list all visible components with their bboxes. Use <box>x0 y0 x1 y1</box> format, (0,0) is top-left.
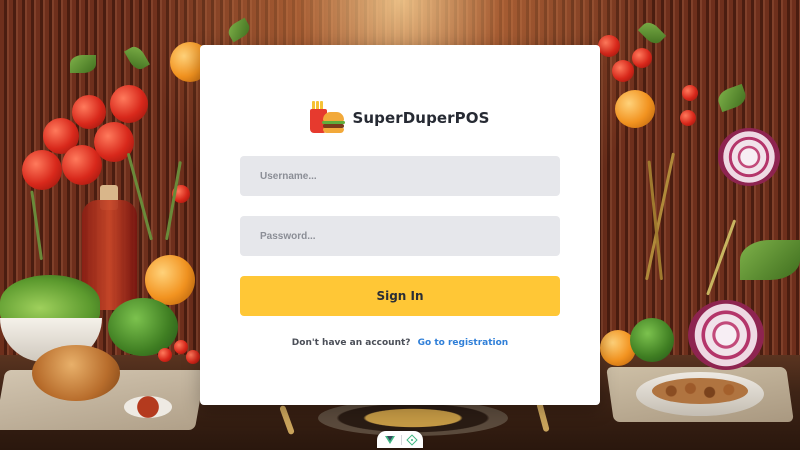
raspberry <box>186 350 200 364</box>
broccoli <box>108 298 178 356</box>
red-onion-half <box>688 300 764 370</box>
tomato <box>22 150 62 190</box>
red-onion-half <box>718 128 780 186</box>
onion-whole <box>615 90 655 128</box>
login-card: SuperDuperPOS Sign In Don't have an acco… <box>200 45 600 405</box>
password-input[interactable] <box>240 216 560 256</box>
tomato <box>72 95 106 129</box>
leaf <box>715 83 749 113</box>
cherry-tomato <box>682 85 698 101</box>
cherry-tomato <box>632 48 652 68</box>
leaf <box>70 55 96 73</box>
toolbar-divider <box>400 434 402 445</box>
cherry-tomato <box>598 35 620 57</box>
cherry-tomato <box>680 110 696 126</box>
cherry-tomato <box>612 60 634 82</box>
raspberry <box>174 340 188 354</box>
brand-name: SuperDuperPOS <box>352 109 490 127</box>
green-apple <box>630 318 674 362</box>
brand-header: SuperDuperPOS <box>200 101 600 135</box>
orange <box>145 255 195 305</box>
leaf <box>637 18 667 48</box>
leaf <box>124 43 150 73</box>
register-prompt-line: Don't have an account? Go to registratio… <box>200 338 600 348</box>
raspberry <box>158 348 172 362</box>
username-input[interactable] <box>240 156 560 196</box>
vue-logo-icon[interactable] <box>384 435 395 444</box>
herb-stem <box>706 219 737 296</box>
go-to-registration-link[interactable]: Go to registration <box>418 338 509 348</box>
nuts <box>652 378 748 404</box>
sauce-dish <box>124 396 172 418</box>
tomato <box>110 85 148 123</box>
devtools-mini-bar[interactable] <box>377 431 423 448</box>
tomato <box>62 145 102 185</box>
leaf <box>225 17 253 43</box>
lettuce-leaf <box>740 240 800 280</box>
sign-in-button[interactable]: Sign In <box>240 276 560 316</box>
bread-roll <box>32 345 120 401</box>
register-prompt-text: Don't have an account? <box>291 338 411 348</box>
fries-burger-logo-icon <box>310 101 346 135</box>
herb-stem <box>30 190 43 261</box>
inspector-target-icon[interactable] <box>405 433 418 446</box>
